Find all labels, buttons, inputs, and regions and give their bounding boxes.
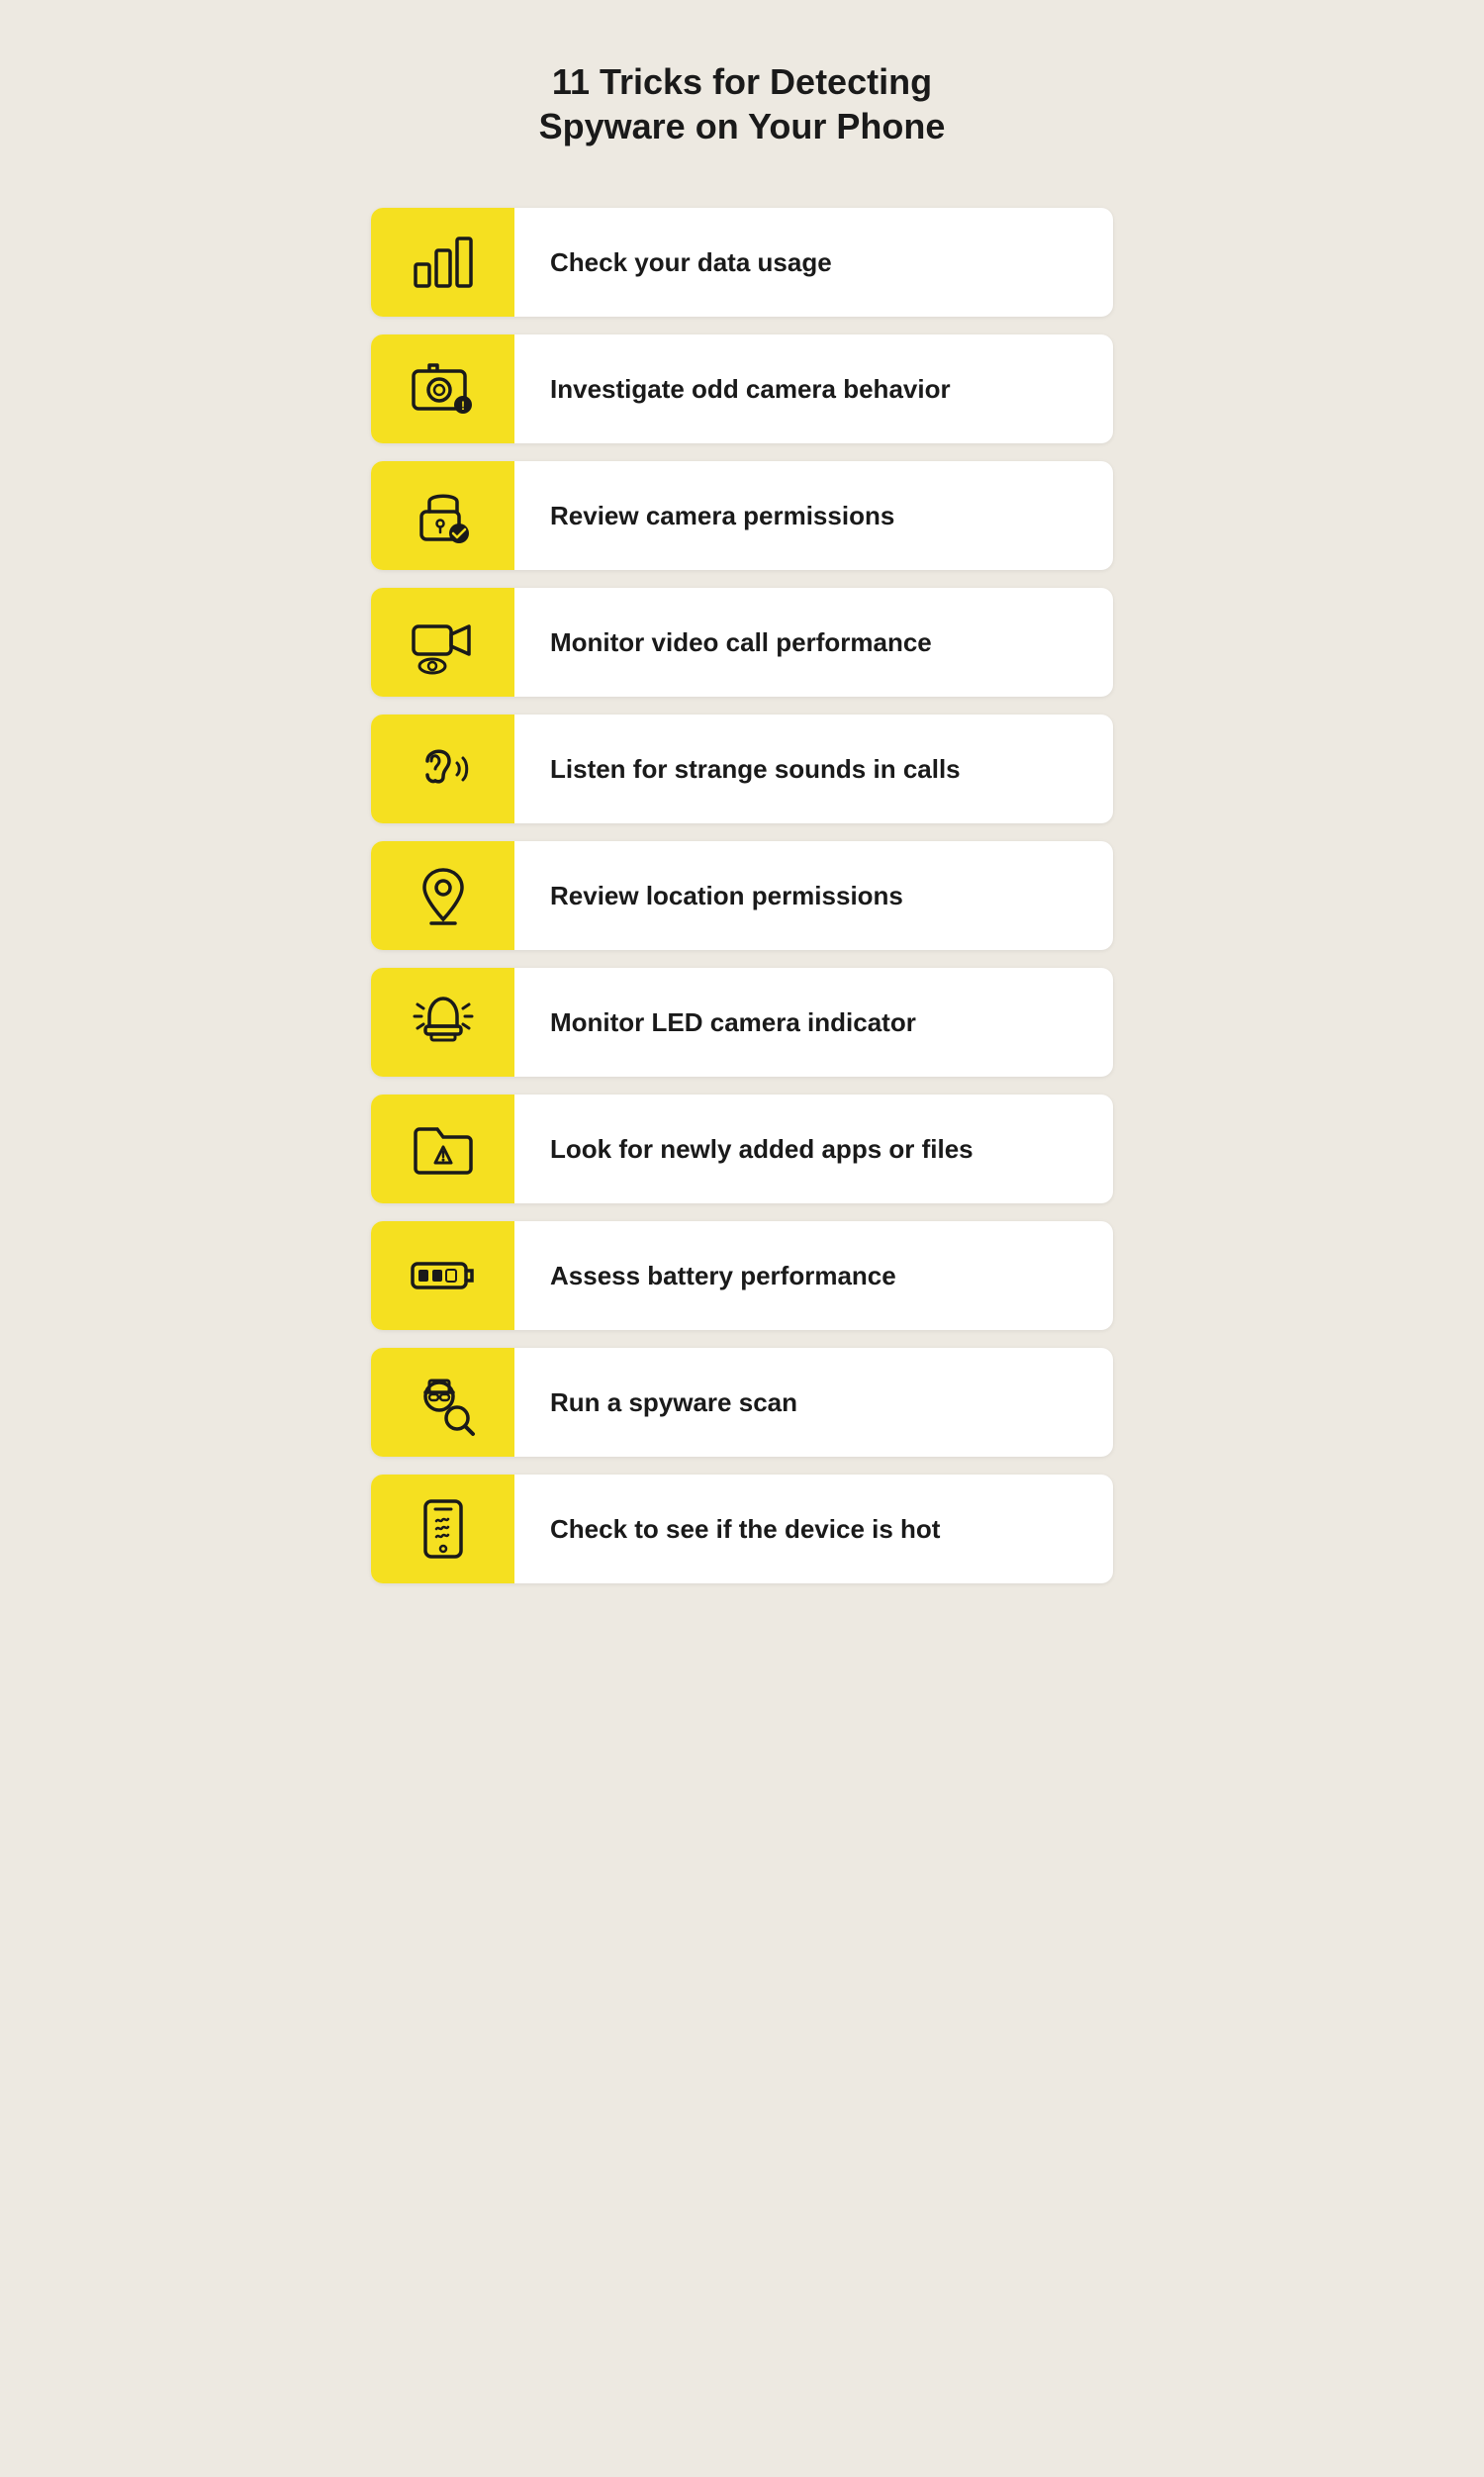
list-item: Check to see if the device is hot	[371, 1475, 1113, 1583]
list-item: Check your data usage	[371, 208, 1113, 317]
location-pin-icon	[408, 860, 479, 931]
list-item: Review camera permissions	[371, 461, 1113, 570]
spy-search-icon	[408, 1367, 479, 1438]
page-container: 11 Tricks for Detecting Spyware on Your …	[371, 59, 1113, 2398]
icon-box-data-usage	[371, 208, 514, 317]
bar-chart-icon	[408, 227, 479, 298]
video-eye-icon	[408, 607, 479, 678]
lock-check-icon	[408, 480, 479, 551]
folder-warning-icon	[408, 1113, 479, 1185]
item-label: Investigate odd camera behavior	[514, 374, 986, 405]
icon-box-device-hot	[371, 1475, 514, 1583]
svg-text:!: !	[461, 399, 465, 413]
item-label: Look for newly added apps or files	[514, 1134, 1009, 1165]
item-label: Review location permissions	[514, 881, 939, 911]
icon-box-video-call	[371, 588, 514, 697]
list-item: Monitor video call performance	[371, 588, 1113, 697]
camera-alert-icon: !	[408, 353, 479, 425]
alarm-light-icon	[408, 987, 479, 1058]
list-item: Assess battery performance	[371, 1221, 1113, 1330]
icon-box-strange-sounds	[371, 715, 514, 823]
icon-box-spyware-scan	[371, 1348, 514, 1457]
list-item: ! Investigate odd camera behavior	[371, 334, 1113, 443]
ear-sound-icon	[408, 733, 479, 805]
item-label: Listen for strange sounds in calls	[514, 754, 996, 785]
list-item: Review location permissions	[371, 841, 1113, 950]
list-item: Look for newly added apps or files	[371, 1095, 1113, 1203]
item-label: Run a spyware scan	[514, 1387, 833, 1418]
list-item: Listen for strange sounds in calls	[371, 715, 1113, 823]
item-label: Check your data usage	[514, 247, 868, 278]
icon-box-location	[371, 841, 514, 950]
item-label: Monitor video call performance	[514, 627, 968, 658]
page-title: 11 Tricks for Detecting Spyware on Your …	[371, 59, 1113, 148]
icon-box-camera-behavior: !	[371, 334, 514, 443]
list-item: Monitor LED camera indicator	[371, 968, 1113, 1077]
list-item: Run a spyware scan	[371, 1348, 1113, 1457]
battery-low-icon	[408, 1240, 479, 1311]
item-label: Assess battery performance	[514, 1261, 932, 1291]
item-label: Check to see if the device is hot	[514, 1514, 975, 1545]
icon-box-led-indicator	[371, 968, 514, 1077]
items-list: Check your data usage ! Investigate o	[371, 208, 1113, 1583]
item-label: Review camera permissions	[514, 501, 930, 531]
icon-box-camera-permissions	[371, 461, 514, 570]
item-label: Monitor LED camera indicator	[514, 1007, 952, 1038]
phone-hot-icon	[408, 1493, 479, 1565]
icon-box-new-apps	[371, 1095, 514, 1203]
icon-box-battery	[371, 1221, 514, 1330]
